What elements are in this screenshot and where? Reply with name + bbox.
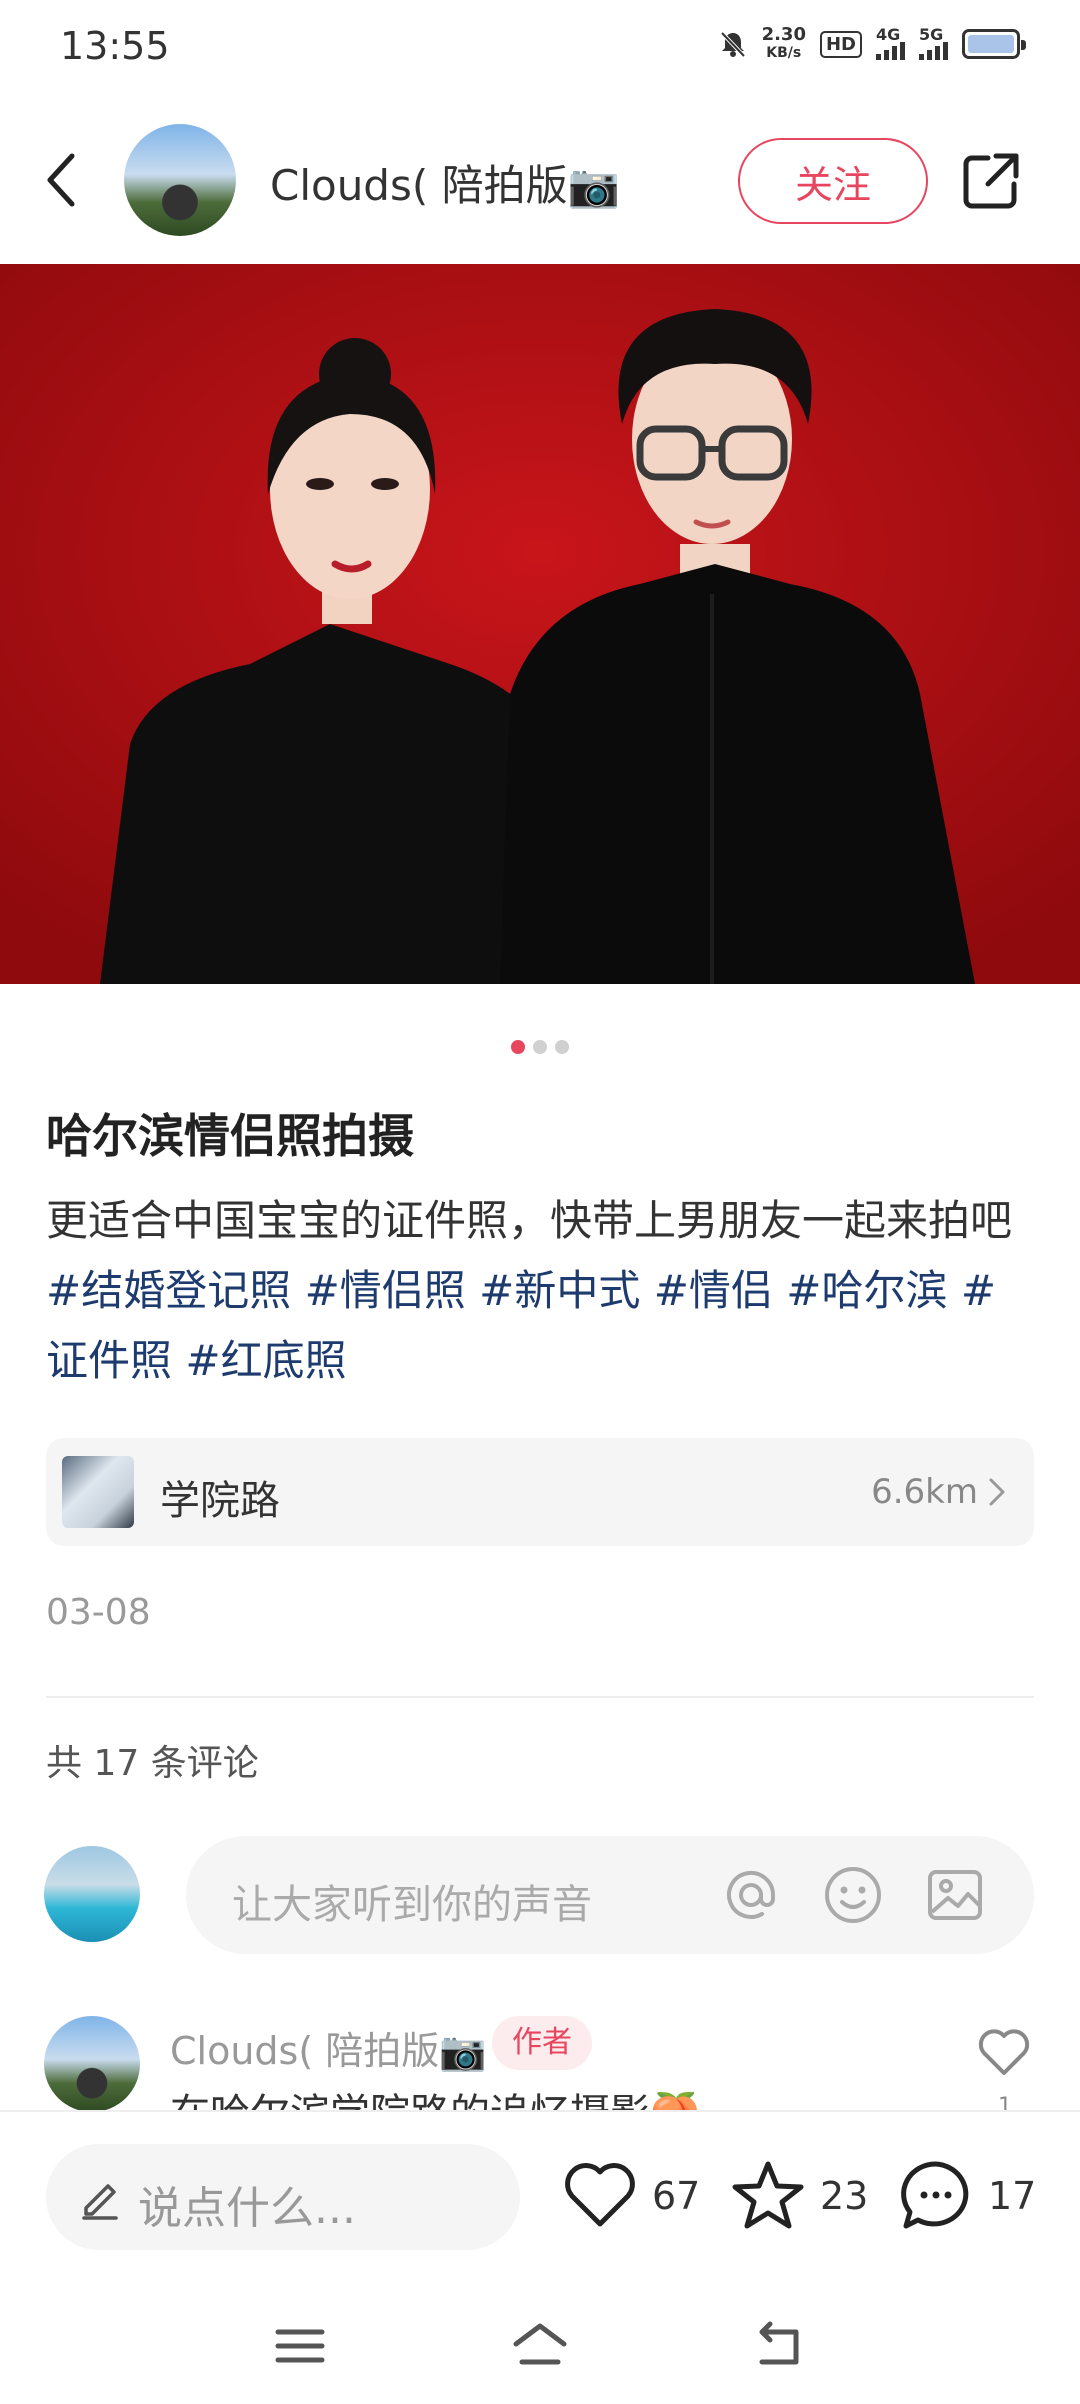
battery-icon [962, 29, 1026, 59]
location-thumbnail [62, 1456, 134, 1528]
comment-bubble-icon [901, 2161, 969, 2229]
couple-photo [0, 264, 1080, 984]
like-button[interactable]: 67 [562, 2158, 700, 2234]
signal-5g-icon: 5G [919, 27, 948, 60]
comment-username[interactable]: Clouds( 陪拍版📷 [170, 2020, 487, 2075]
favorite-button[interactable]: 23 [730, 2158, 868, 2234]
hashtag-link[interactable]: #哈尔滨 [786, 1266, 947, 1315]
back-arrow-icon[interactable] [40, 148, 84, 212]
divider [46, 1696, 1034, 1698]
star-icon [732, 2161, 804, 2229]
comment-count-button: 17 [988, 2174, 1037, 2218]
home-icon[interactable] [510, 2318, 570, 2374]
author-avatar[interactable] [124, 124, 236, 236]
back-icon[interactable] [750, 2318, 810, 2374]
location-distance: 6.6km [871, 1472, 978, 1512]
bottom-action-bar: 说点什么... 67 23 17 [0, 2110, 1080, 2294]
comment-avatar[interactable] [44, 2016, 140, 2112]
post-header: Clouds( 陪拍版📷 关注 [0, 120, 1080, 240]
author-badge: 作者 [492, 2016, 592, 2070]
bell-muted-icon [720, 31, 746, 58]
chevron-right-icon [989, 1478, 1005, 1506]
post-description-text: 更适合中国宝宝的证件照，快带上男朋友一起来拍吧 [46, 1196, 1013, 1245]
my-avatar [44, 1846, 140, 1942]
comment-input-placeholder: 让大家听到你的声音 [232, 1882, 592, 1928]
pen-icon [82, 2184, 118, 2220]
hashtag-link[interactable]: #新中式 [479, 1266, 640, 1315]
share-icon[interactable] [960, 150, 1022, 212]
hashtag-link[interactable]: #情侣照 [305, 1266, 466, 1315]
hd-icon: HD [819, 30, 862, 58]
image-icon[interactable] [924, 1864, 986, 1926]
menu-icon[interactable] [270, 2318, 330, 2374]
post-title: 哈尔滨情侣照拍摄 [46, 1109, 414, 1163]
hashtag-link[interactable]: #红底照 [185, 1336, 346, 1385]
comment-input[interactable]: 让大家听到你的声音 [186, 1836, 1034, 1954]
heart-icon [565, 2163, 635, 2227]
comment-like-icon[interactable] [976, 2026, 1032, 2078]
post-image[interactable] [0, 264, 1080, 984]
status-time: 13:55 [60, 24, 170, 68]
carousel-dot [511, 1040, 525, 1054]
author-name[interactable]: Clouds( 陪拍版📷 [270, 152, 620, 213]
system-nav-bar [0, 2294, 1080, 2404]
say-something-placeholder: 说点什么... [138, 2183, 356, 2234]
signal-4g-icon: 4G [876, 27, 905, 60]
post-description: 更适合中国宝宝的证件照，快带上男朋友一起来拍吧#结婚登记照 #情侣照 #新中式 … [46, 1186, 1036, 1396]
hashtag-link[interactable]: #结婚登记照 [46, 1266, 291, 1315]
comment-button[interactable]: 17 [898, 2158, 1036, 2234]
status-bar: 13:55 2.30 KB/s HD 4G 5G [0, 0, 1080, 96]
say-something-input[interactable]: 说点什么... [46, 2144, 520, 2250]
network-speed: 2.30 KB/s [761, 24, 806, 62]
at-mention-icon[interactable] [720, 1864, 782, 1926]
location-name: 学院路 [160, 1478, 280, 1524]
carousel-dot [533, 1040, 547, 1054]
carousel-indicator [0, 1040, 1080, 1054]
follow-button[interactable]: 关注 [738, 138, 928, 224]
like-count: 67 [652, 2174, 701, 2218]
hashtag-link[interactable]: #情侣 [654, 1266, 773, 1315]
location-card[interactable]: 学院路 6.6km [46, 1438, 1034, 1546]
favorite-count: 23 [820, 2174, 869, 2218]
comment-count: 共 17 条评论 [46, 1743, 259, 1784]
post-date: 03-08 [46, 1592, 151, 1633]
carousel-dot [555, 1040, 569, 1054]
status-icons: 2.30 KB/s HD 4G 5G [718, 24, 1026, 62]
emoji-icon[interactable] [822, 1864, 884, 1926]
